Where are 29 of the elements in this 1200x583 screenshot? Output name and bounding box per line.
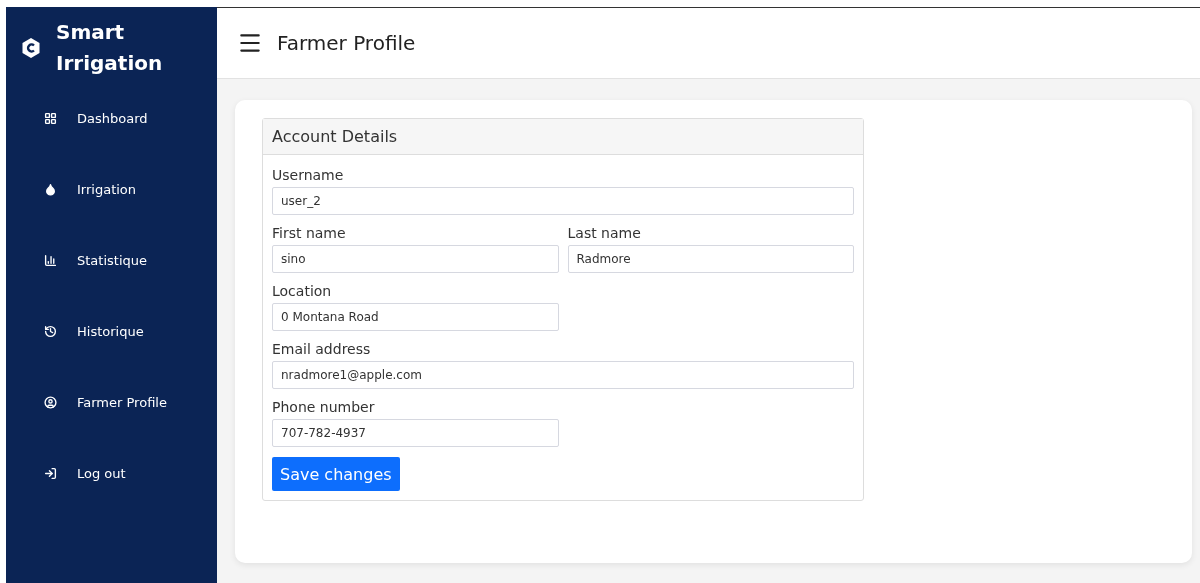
- user-circle-icon: [44, 396, 57, 409]
- input-field[interactable]: 707-782-4937: [272, 419, 559, 447]
- input-field[interactable]: 0 Montana Road: [272, 303, 559, 331]
- input-field[interactable]: Radmore: [567, 245, 854, 273]
- droplet-icon: [44, 183, 57, 196]
- input-field[interactable]: nradmore1@apple.com: [272, 361, 854, 389]
- brand-name: Smart Irrigation: [56, 19, 164, 77]
- save-button[interactable]: Save changes: [272, 457, 400, 491]
- logo-icon: [22, 38, 40, 58]
- history-icon: [44, 325, 57, 338]
- field-label: Phone number: [272, 399, 376, 415]
- page-title: Farmer Profile: [277, 31, 416, 55]
- field-label: Username: [272, 167, 345, 183]
- field-label: Email address: [272, 341, 372, 357]
- sidebar-item[interactable]: Farmer Profile: [6, 367, 217, 438]
- logout-icon: [44, 467, 57, 480]
- sidebar-item[interactable]: Irrigation: [6, 154, 217, 225]
- field-label: Location: [272, 283, 333, 299]
- input-field[interactable]: user_2: [272, 187, 854, 215]
- panel-title: Account Details: [263, 119, 863, 155]
- field-label: First name: [272, 225, 347, 241]
- field-label: Last name: [567, 225, 642, 241]
- sidebar-item[interactable]: Historique: [6, 296, 217, 367]
- sidebar-item[interactable]: Log out: [6, 438, 217, 509]
- sidebar-item[interactable]: Dashboard: [6, 83, 217, 154]
- bar-chart-icon: [44, 254, 57, 267]
- sidebar-item[interactable]: Statistique: [6, 225, 217, 296]
- grid-icon: [44, 112, 57, 125]
- input-field[interactable]: sino: [272, 245, 559, 273]
